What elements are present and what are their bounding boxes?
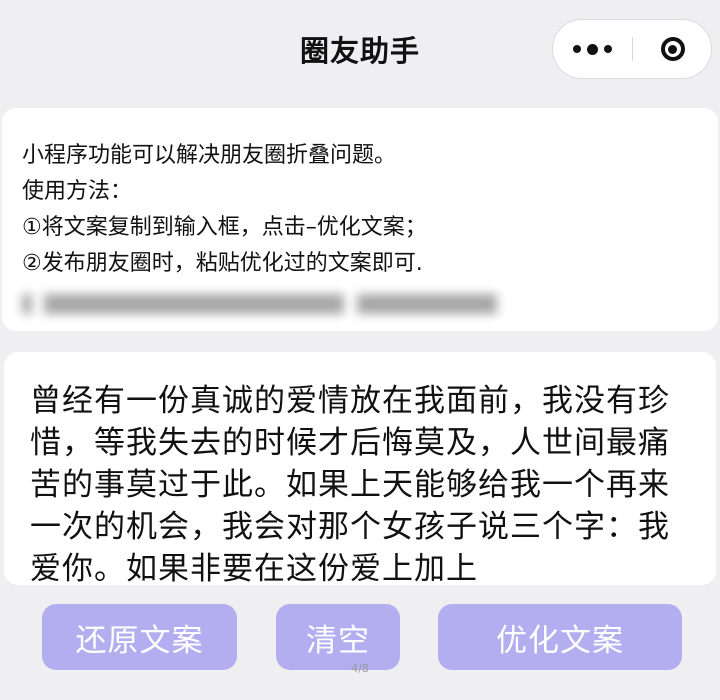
close-miniprogram-button[interactable] bbox=[633, 20, 712, 78]
navigation-bar: 圈友助手 bbox=[0, 0, 720, 98]
copy-text-input[interactable]: 曾经有一份真诚的爱情放在我面前，我没有珍惜，等我失去的时候才后悔莫及，人世间最痛… bbox=[4, 352, 716, 585]
instruction-step-1: ①将文案复制到输入框，点击–优化文案； bbox=[22, 215, 427, 240]
capsule-menu bbox=[552, 19, 712, 79]
blurred-text bbox=[22, 284, 698, 320]
instruction-intro: 小程序功能可以解决朋友圈折叠问题。 bbox=[22, 143, 397, 168]
instruction-usage-heading: 使用方法： bbox=[22, 179, 133, 204]
page-indicator: 4/8 bbox=[351, 662, 369, 675]
copy-text-content: 曾经有一份真诚的爱情放在我面前，我没有珍惜，等我失去的时候才后悔莫及，人世间最痛… bbox=[30, 383, 670, 585]
restore-copy-button[interactable]: 还原文案 bbox=[42, 604, 237, 670]
target-circle-icon bbox=[660, 37, 685, 61]
instructions-card: 小程序功能可以解决朋友圈折叠问题。 使用方法： ①将文案复制到输入框，点击–优化… bbox=[2, 108, 718, 331]
more-dots-icon[interactable] bbox=[553, 20, 632, 78]
clear-button[interactable]: 清空 bbox=[276, 604, 400, 670]
instruction-step-2: ②发布朋友圈时，粘贴优化过的文案即可. bbox=[22, 251, 423, 276]
optimize-copy-button[interactable]: 优化文案 bbox=[438, 604, 682, 670]
